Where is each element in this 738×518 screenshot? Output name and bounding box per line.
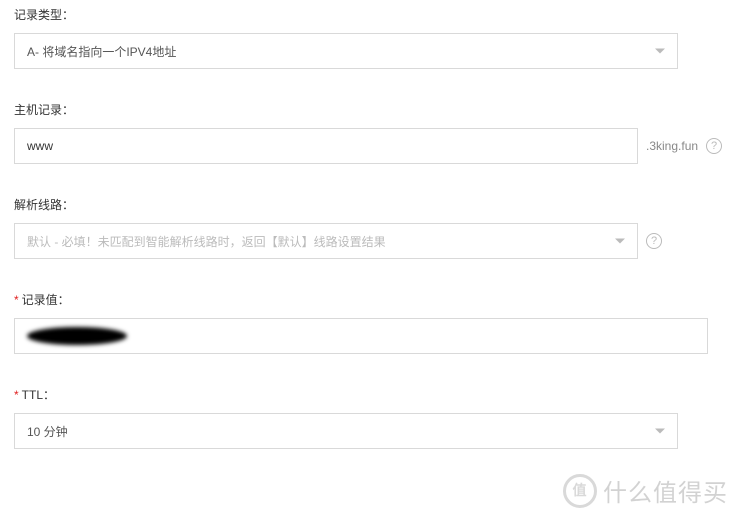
required-star: * <box>14 293 19 307</box>
resolve-line-label: 解析线路： <box>14 196 724 213</box>
record-type-value: A- 将域名指向一个IPV4地址 <box>27 43 176 60</box>
ttl-label: *TTL： <box>14 386 724 403</box>
resolve-line-select[interactable]: 默认 - 必填！未匹配到智能解析线路时，返回【默认】线路设置结果 <box>14 223 638 259</box>
chevron-down-icon <box>655 48 665 53</box>
record-type-select[interactable]: A- 将域名指向一个IPV4地址 <box>14 33 678 69</box>
record-value-input-wrap[interactable] <box>14 318 708 354</box>
watermark-text: 什么值得买 <box>603 473 728 508</box>
record-value-label: *记录值： <box>14 291 724 308</box>
record-value-input[interactable] <box>27 329 695 343</box>
host-record-input-wrap[interactable] <box>14 128 638 164</box>
chevron-down-icon <box>615 238 625 243</box>
domain-suffix: .3king.fun <box>646 139 698 153</box>
ttl-select[interactable]: 10 分钟 <box>14 413 678 449</box>
chevron-down-icon <box>655 428 665 433</box>
host-record-input[interactable] <box>27 139 625 153</box>
watermark-logo-icon: 值 <box>563 474 597 508</box>
help-icon[interactable]: ? <box>706 138 722 154</box>
record-type-label: 记录类型： <box>14 6 724 23</box>
host-record-label: 主机记录： <box>14 101 724 118</box>
help-icon[interactable]: ? <box>646 233 662 249</box>
watermark: 值 什么值得买 <box>563 473 728 508</box>
ttl-value: 10 分钟 <box>27 423 68 440</box>
resolve-line-value: 默认 - 必填！未匹配到智能解析线路时，返回【默认】线路设置结果 <box>27 233 386 250</box>
required-star: * <box>14 388 19 402</box>
